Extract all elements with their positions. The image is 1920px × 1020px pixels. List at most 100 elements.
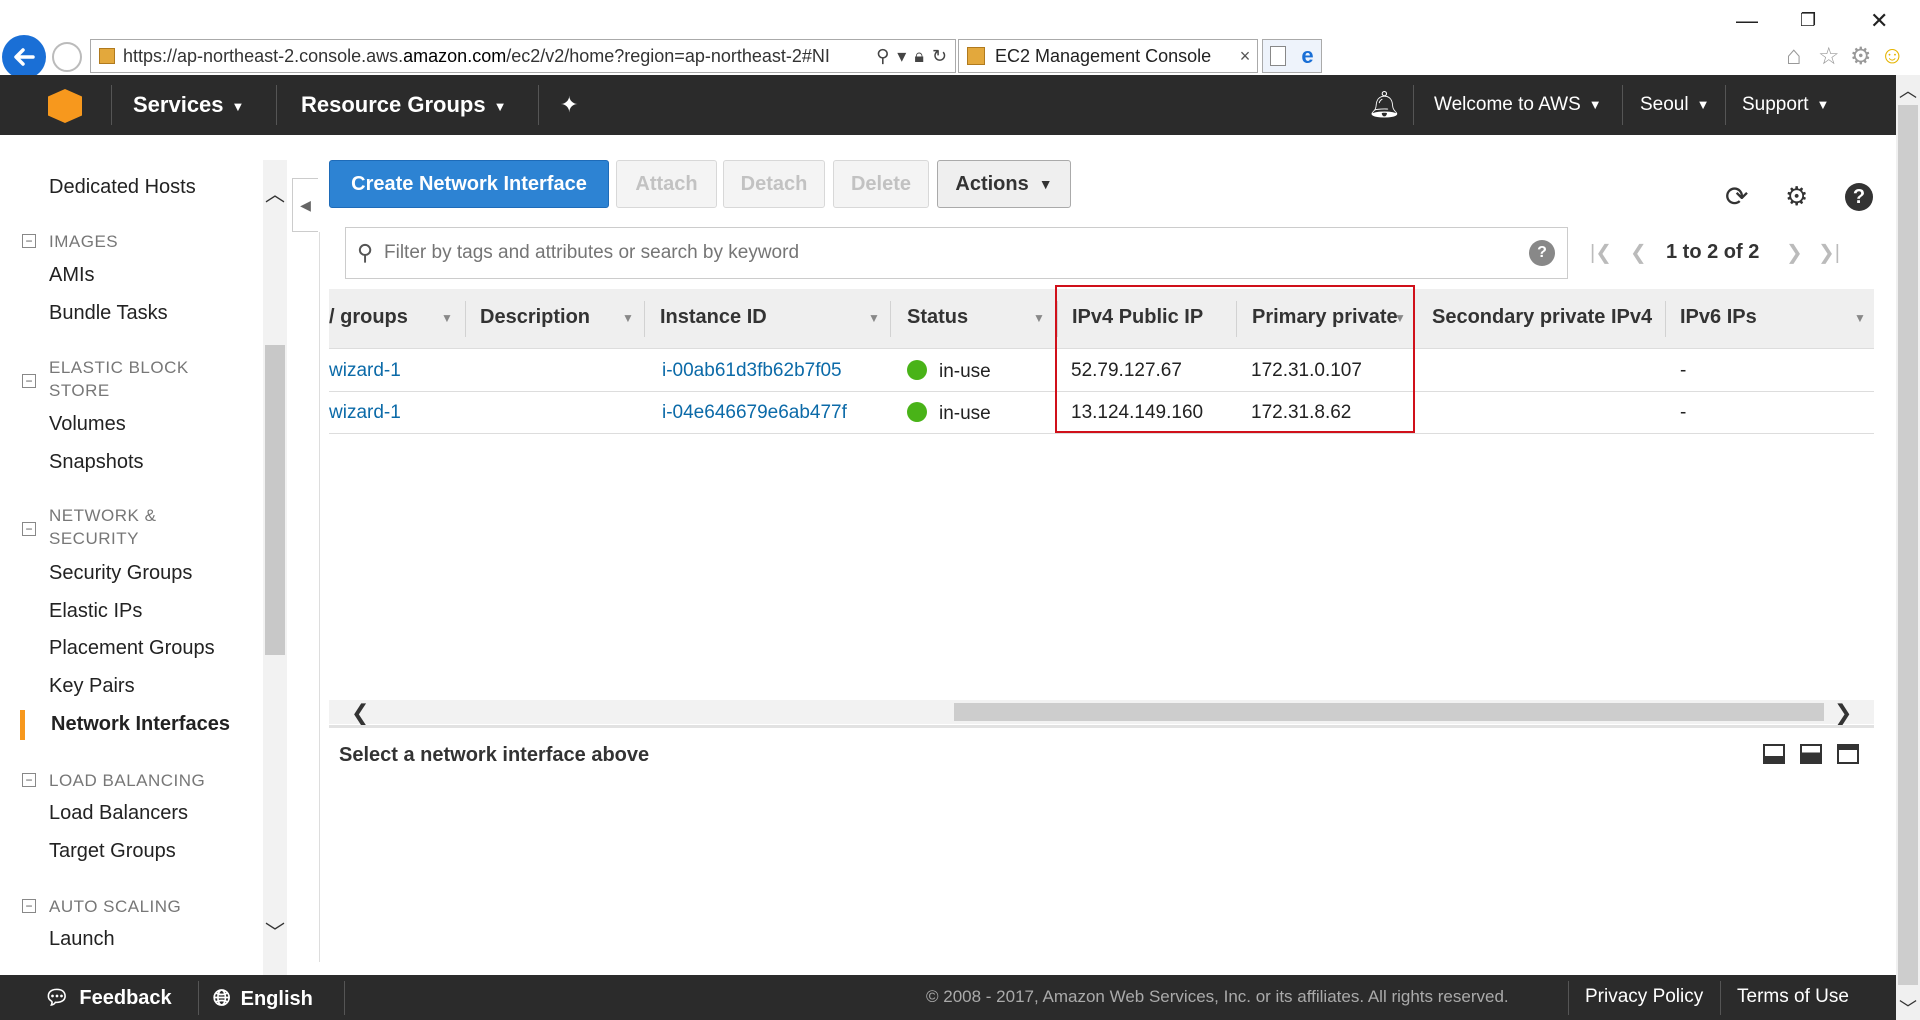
sort-icon[interactable]: ▼ — [868, 311, 880, 325]
col-status[interactable]: Status — [907, 306, 968, 329]
sort-icon[interactable]: ▼ — [1033, 311, 1045, 325]
cell-instance-id-link[interactable]: i-00ab61d3fb62b7f05 — [662, 360, 842, 382]
sidebar-item-volumes[interactable]: Volumes — [49, 413, 126, 436]
star-icon[interactable]: ☆ — [1818, 42, 1840, 71]
bell-icon[interactable]: 🔔︎ — [1368, 89, 1401, 120]
create-network-interface-button[interactable]: Create Network Interface — [329, 160, 609, 208]
account-menu[interactable]: Welcome to AWS ▼ — [1434, 94, 1602, 116]
section-ebs-line2: STORE — [49, 381, 110, 400]
section-auto-scaling: AUTO SCALING — [49, 897, 182, 916]
sidebar-item-elastic-ips[interactable]: Elastic IPs — [49, 600, 142, 623]
address-bar[interactable]: https://ap-northeast-2.console.aws.amazo… — [90, 39, 956, 73]
detach-button[interactable]: Detach — [723, 160, 825, 208]
region-menu[interactable]: Seoul ▼ — [1640, 94, 1709, 116]
sidebar-item-snapshots[interactable]: Snapshots — [49, 451, 144, 474]
sidebar-item-security-groups[interactable]: Security Groups — [49, 562, 192, 585]
scroll-down-icon[interactable]: ﹀ — [263, 916, 287, 945]
support-menu[interactable]: Support ▼ — [1742, 94, 1829, 116]
home-icon[interactable]: ⌂ — [1786, 40, 1802, 71]
close-window-icon[interactable]: ✕ — [1870, 8, 1888, 34]
scroll-left-icon[interactable]: ❮ — [351, 700, 369, 726]
resource-groups-menu[interactable]: Resource Groups ▼ — [301, 92, 506, 118]
aws-logo-icon[interactable] — [48, 89, 82, 123]
table-scroll-thumb[interactable] — [954, 703, 1824, 721]
refresh-icon[interactable]: ⟳ — [1725, 180, 1748, 213]
copyright-text: © 2008 - 2017, Amazon Web Services, Inc.… — [926, 987, 1509, 1006]
sidebar-item-network-interfaces[interactable]: Network Interfaces — [51, 713, 230, 736]
scroll-up-icon[interactable]: ︿ — [1896, 77, 1920, 103]
scroll-up-icon[interactable]: ︿ — [263, 178, 287, 207]
language-label: English — [240, 988, 313, 1010]
gear-icon[interactable]: ⚙ — [1850, 42, 1872, 71]
lock-icon[interactable]: 🔒︎ — [914, 46, 924, 67]
pane-splitter[interactable] — [329, 725, 1874, 728]
pin-icon[interactable]: ✦ — [560, 92, 578, 118]
tab-close-icon[interactable]: × — [1233, 46, 1257, 67]
terms-of-use-link[interactable]: Terms of Use — [1737, 986, 1849, 1008]
refresh-icon[interactable]: ↻ — [932, 46, 947, 67]
collapse-ebs-icon[interactable]: − — [22, 374, 36, 388]
col-ipv6-ips[interactable]: IPv6 IPs — [1680, 306, 1757, 329]
page-scroll-thumb[interactable] — [1898, 105, 1918, 985]
sidebar-item-bundle-tasks[interactable]: Bundle Tasks — [49, 302, 168, 325]
sidebar-item-launch[interactable]: Launch — [49, 928, 115, 951]
col-description[interactable]: Description — [480, 306, 590, 329]
help-icon[interactable]: ? — [1845, 183, 1873, 211]
actions-button[interactable]: Actions ▼ — [937, 160, 1071, 208]
collapse-lb-icon[interactable]: − — [22, 773, 36, 787]
page-scrollbar[interactable]: ︿ ﹀ — [1896, 75, 1920, 1020]
pane-minimize-icon[interactable] — [1763, 744, 1785, 764]
col-secondary-private[interactable]: Secondary private IPv4 — [1432, 306, 1652, 329]
sidebar-item-amis[interactable]: AMIs — [49, 264, 95, 287]
cell-instance-id-link[interactable]: i-04e646679e6ab477f — [662, 402, 847, 424]
col-groups[interactable]: / groups — [329, 306, 408, 329]
footer-separator — [1720, 981, 1721, 1015]
browser-tab[interactable]: EC2 Management Console × — [958, 39, 1258, 73]
pane-maximize-icon[interactable] — [1837, 744, 1859, 764]
filter-input[interactable] — [384, 242, 1529, 264]
sidebar-item-dedicated-hosts[interactable]: Dedicated Hosts — [49, 176, 196, 199]
privacy-policy-link[interactable]: Privacy Policy — [1585, 986, 1703, 1008]
sort-icon[interactable]: ▼ — [622, 311, 634, 325]
collapse-network-icon[interactable]: − — [22, 522, 36, 536]
section-netsec-line2: SECURITY — [49, 529, 139, 548]
feedback-link[interactable]: 💬︎ Feedback — [44, 985, 172, 1010]
back-button[interactable] — [2, 35, 46, 79]
search-icon[interactable]: ⚲ — [876, 46, 889, 67]
new-tab-button[interactable]: e — [1262, 39, 1322, 73]
smiley-icon[interactable]: ☺ — [1880, 42, 1905, 70]
pane-split-icon[interactable] — [1800, 744, 1822, 764]
table-horizontal-scrollbar[interactable]: ❮ ❯ — [329, 700, 1874, 726]
col-instance-id[interactable]: Instance ID — [660, 306, 767, 329]
delete-button[interactable]: Delete — [833, 160, 929, 208]
sidebar-item-placement-groups[interactable]: Placement Groups — [49, 637, 215, 660]
sidebar-scroll-thumb[interactable] — [265, 345, 285, 655]
filter-help-icon[interactable]: ? — [1529, 240, 1555, 266]
scroll-down-icon[interactable]: ﹀ — [1896, 995, 1920, 1020]
services-menu[interactable]: Services ▼ — [133, 92, 244, 118]
prev-page-icon[interactable]: ❮ — [1630, 240, 1647, 265]
scroll-right-icon[interactable]: ❯ — [1834, 700, 1852, 726]
cell-group-link[interactable]: wizard-1 — [329, 360, 401, 382]
cell-status: in-use — [907, 360, 991, 383]
last-page-icon[interactable]: ❯| — [1818, 240, 1840, 265]
sidebar-item-target-groups[interactable]: Target Groups — [49, 840, 176, 863]
attach-button[interactable]: Attach — [616, 160, 717, 208]
sidebar-item-key-pairs[interactable]: Key Pairs — [49, 675, 135, 698]
sidebar-scrollbar[interactable]: ︿ ﹀ — [263, 160, 287, 975]
collapse-sidebar-button[interactable]: ◀ — [292, 178, 318, 232]
next-page-icon[interactable]: ❯ — [1786, 240, 1803, 265]
collapse-images-icon[interactable]: − — [22, 234, 36, 248]
sort-icon[interactable]: ▼ — [441, 311, 453, 325]
restore-icon[interactable]: ❐ — [1800, 10, 1816, 31]
language-selector[interactable]: 🌐︎ English — [213, 985, 313, 1011]
chevron-down-icon[interactable]: ▾ — [897, 46, 906, 67]
gear-icon[interactable]: ⚙ — [1785, 181, 1808, 212]
sidebar-item-load-balancers[interactable]: Load Balancers — [49, 802, 188, 825]
collapse-as-icon[interactable]: − — [22, 899, 36, 913]
cell-group-link[interactable]: wizard-1 — [329, 402, 401, 424]
first-page-icon[interactable]: |❮ — [1590, 240, 1612, 265]
minimize-icon[interactable]: — — [1736, 8, 1758, 34]
forward-button[interactable] — [52, 42, 82, 72]
sort-icon[interactable]: ▼ — [1854, 311, 1866, 325]
